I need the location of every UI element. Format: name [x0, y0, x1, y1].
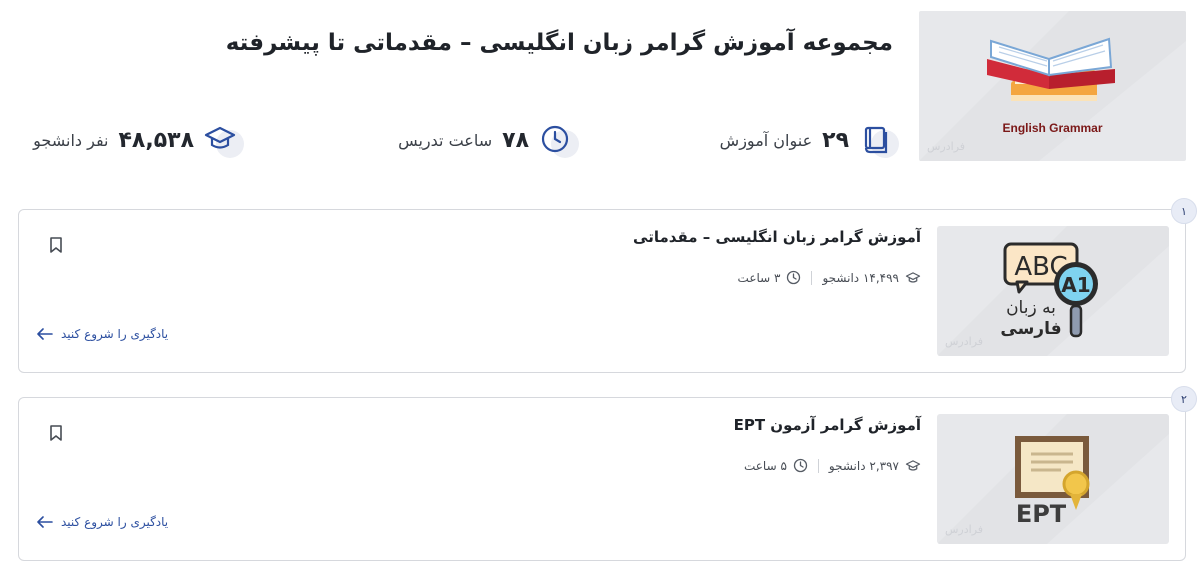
stat-students: ۴۸,۵۳۸ نفر دانشجو — [33, 122, 244, 158]
clock-icon — [787, 270, 801, 285]
collection-thumbnail: English Grammar فرادرس — [919, 11, 1186, 161]
courses-count: ۲۹ — [822, 127, 849, 153]
graduation-cap-icon — [204, 122, 244, 158]
clock-icon — [793, 458, 808, 473]
courses-label: عنوان آموزش — [719, 130, 813, 150]
bookmark-icon[interactable] — [48, 424, 64, 442]
grammar-books-illustration — [919, 11, 1186, 161]
divider — [811, 270, 813, 285]
course-meta: ۲,۳۹۷ دانشجو ۵ ساعت — [744, 458, 921, 473]
watermark: فرادرس — [945, 523, 984, 536]
watermark: فرادرس — [945, 335, 984, 348]
ept-text: EPT — [1016, 500, 1067, 528]
stat-hours: ۷۸ ساعت تدریس — [398, 122, 579, 158]
page-title: مجموعه آموزش گرامر زبان انگلیسی – مقدمات… — [225, 30, 893, 56]
students-label: نفر دانشجو — [33, 130, 109, 150]
stat-courses: ۲۹ عنوان آموزش — [719, 122, 899, 158]
bookmark-icon[interactable] — [48, 236, 64, 254]
course-thumbnail: ABC A1 به زبان فارسی فرادرس — [937, 226, 1169, 356]
students-count: ۴۸,۵۳۸ — [118, 127, 195, 153]
course-index-badge: ۱ — [1171, 198, 1197, 224]
thumbnail-caption: English Grammar — [1002, 121, 1103, 135]
course-card[interactable]: ۱ ABC A1 به زبان فارسی فرادرس آموزش گرام… — [18, 198, 1197, 373]
start-learning-label: یادگیری را شروع کنید — [61, 327, 169, 341]
divider — [817, 458, 819, 473]
clock-icon — [539, 122, 579, 158]
level-text: A1 — [1061, 273, 1090, 297]
graduation-cap-icon — [905, 271, 921, 283]
hours-label: ساعت تدریس — [398, 130, 493, 150]
start-learning-label: یادگیری را شروع کنید — [61, 515, 169, 529]
thumb-line2: فارسی — [1000, 319, 1061, 339]
course-meta: ۱۴,۴۹۹ دانشجو ۳ ساعت — [738, 270, 921, 285]
course-hours: ۳ ساعت — [737, 270, 781, 285]
book-icon — [859, 122, 899, 158]
course-students: ۱۴,۴۹۹ دانشجو — [822, 270, 899, 285]
graduation-cap-icon — [905, 459, 921, 471]
course-index-badge: ۲ — [1171, 386, 1197, 412]
watermark: فرادرس — [927, 140, 966, 153]
start-learning-link[interactable]: یادگیری را شروع کنید — [37, 327, 168, 341]
course-students: ۲,۳۹۷ دانشجو — [828, 458, 899, 473]
course-hours: ۵ ساعت — [743, 458, 787, 473]
arrow-left-icon — [37, 516, 53, 528]
arrow-left-icon — [37, 328, 53, 340]
course-title[interactable]: آموزش گرامر زبان انگلیسی – مقدماتی — [633, 228, 921, 246]
start-learning-link[interactable]: یادگیری را شروع کنید — [37, 515, 168, 529]
course-title[interactable]: آموزش گرامر آزمون EPT — [734, 416, 921, 434]
course-card[interactable]: ۲ EPT فرادرس آموزش گرامر آزمون EPT ۲,۳۹۷… — [18, 386, 1197, 561]
thumb-line1: به زبان — [1006, 298, 1056, 318]
hours-count: ۷۸ — [502, 127, 529, 153]
course-thumbnail: EPT فرادرس — [937, 414, 1169, 544]
